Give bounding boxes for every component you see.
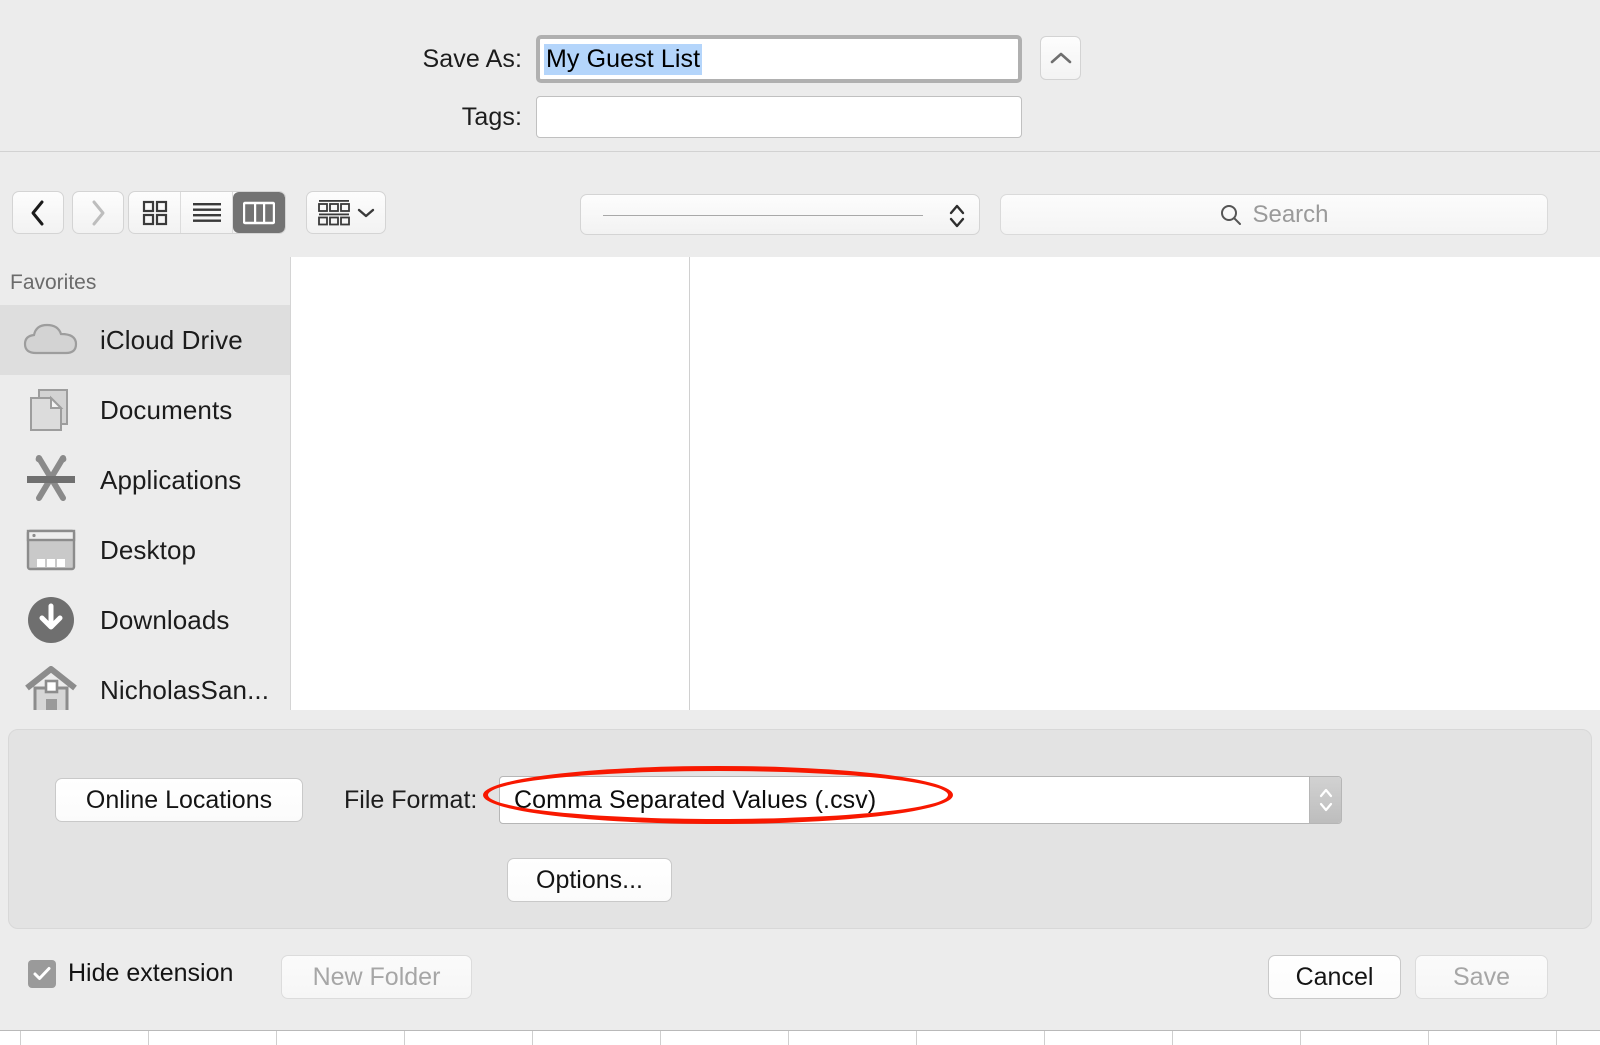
forward-button[interactable] [72,191,124,234]
dialog-footer: Hide extension New Folder Cancel Save [0,929,1600,1030]
sidebar-item-applications[interactable]: Applications [0,445,290,515]
list-view-icon [192,202,221,222]
sidebar-item-downloads[interactable]: Downloads [0,585,290,655]
expand-browser-button[interactable] [1040,36,1081,80]
sidebar-item-label: NicholasSan... [100,674,270,705]
checkmark-icon [33,966,51,980]
save-dialog: Save As: My Guest List Tags: Search Favo… [0,0,1600,1030]
new-folder-button[interactable]: New Folder [281,955,472,999]
save-as-value: My Guest List [544,43,703,75]
tags-row: Tags: [316,96,1022,138]
options-panel: Online Locations File Format: Comma Sepa… [8,729,1592,929]
applications-icon [20,454,82,506]
sidebar-item-desktop[interactable]: Desktop [0,515,290,585]
column-view-button[interactable] [233,192,285,233]
navigation-buttons [12,191,124,234]
list-view-button[interactable] [181,192,233,233]
column-browser [291,257,1600,710]
chevron-up-icon [1050,52,1071,64]
cancel-button[interactable]: Cancel [1268,955,1401,999]
view-mode-group [128,191,286,234]
column-view-icon [243,201,275,224]
chevron-left-icon [31,200,44,225]
save-as-row: Save As: My Guest List [316,35,1022,83]
search-icon [1221,204,1242,225]
chevron-right-icon [92,200,105,225]
sidebar-item-documents[interactable]: Documents [0,375,290,445]
hide-extension-row[interactable]: Hide extension [28,959,233,988]
file-format-value: Comma Separated Values (.csv) [514,785,877,814]
save-fields-area: Save As: My Guest List Tags: [0,0,1600,152]
top-divider [0,151,1600,152]
online-locations-button[interactable]: Online Locations [55,778,303,822]
stepper-arrows-icon[interactable] [947,201,967,231]
file-format-label: File Format: [344,786,478,814]
grid-view-icon [142,200,167,225]
file-browser: Favorites iCloud Drive Documents Applica… [0,257,1600,710]
documents-icon [20,384,82,436]
background-spreadsheet [0,1030,1600,1045]
sidebar-item-label: Downloads [100,604,230,635]
save-as-input[interactable]: My Guest List [536,35,1022,83]
sidebar-header: Favorites [10,271,97,294]
sidebar-item-label: Documents [100,394,233,425]
desktop-icon [20,524,82,576]
browser-column-1[interactable] [291,257,690,710]
options-button[interactable]: Options... [507,858,672,902]
home-icon [20,664,82,710]
back-button[interactable] [12,191,64,234]
save-as-label: Save As: [422,44,522,73]
save-button[interactable]: Save [1415,955,1548,999]
tags-input[interactable] [536,96,1022,138]
chevron-down-icon [357,208,375,217]
cloud-icon [20,314,82,366]
browser-column-2[interactable] [690,257,1600,710]
sidebar-item-label: Desktop [100,534,197,565]
stepper-arrows-icon[interactable] [1309,777,1341,823]
search-placeholder: Search [1252,200,1329,228]
sidebar-item-label: iCloud Drive [100,324,243,355]
sidebar: Favorites iCloud Drive Documents Applica… [0,257,291,710]
tags-label: Tags: [461,102,522,131]
group-by-icon [318,199,350,225]
sidebar-item-label: Applications [100,464,242,495]
icon-view-button[interactable] [129,192,181,233]
sidebar-item-icloud-drive[interactable]: iCloud Drive [0,305,290,375]
file-format-dropdown[interactable]: Comma Separated Values (.csv) [499,776,1342,824]
sidebar-item-home[interactable]: NicholasSan... [0,655,290,710]
downloads-icon [20,594,82,646]
path-value [603,215,923,216]
hide-extension-checkbox[interactable] [28,959,56,988]
search-input[interactable]: Search [1000,194,1548,235]
hide-extension-label: Hide extension [68,959,234,987]
path-dropdown[interactable] [580,194,980,235]
screen: Save As: My Guest List Tags: Search Favo… [0,0,1600,1045]
group-by-button[interactable] [306,191,386,234]
